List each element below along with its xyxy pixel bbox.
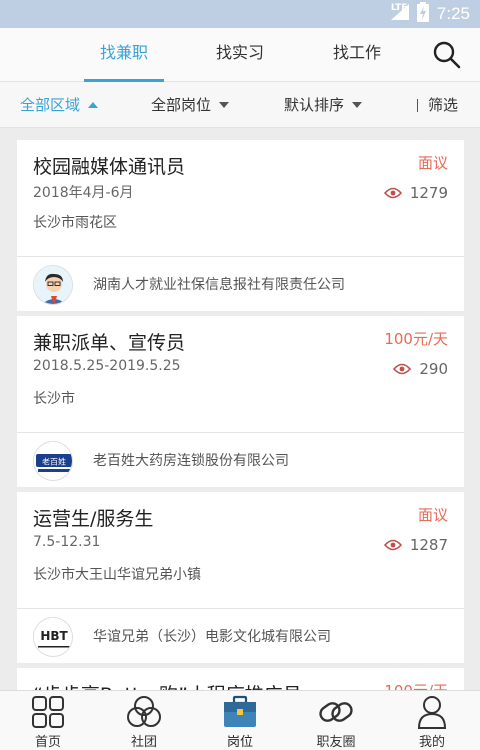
job-salary: 面议	[417, 506, 448, 524]
view-count: 1279	[383, 184, 448, 202]
job-card[interactable]: 校园融媒体通讯员 面议 2018年4月-6月 1279 长沙市雨花区 湖南人才就…	[17, 140, 464, 311]
tab-full-time[interactable]: 找工作	[307, 28, 407, 82]
position-filter[interactable]: 全部岗位	[151, 82, 230, 128]
eye-icon	[383, 539, 402, 551]
filter-bar: 全部区域 全部岗位 默认排序 筛选	[0, 82, 480, 128]
job-title: 运营生/服务生	[33, 508, 154, 530]
bottom-nav: 首页 社团 岗位 职友圈 我的	[0, 690, 480, 750]
company-name: 华谊兄弟（长沙）电影文化城有限公司	[93, 629, 331, 645]
club-circles-icon	[127, 696, 161, 727]
nav-jobs[interactable]: 岗位	[192, 691, 288, 750]
job-card[interactable]: “步步高Better购”小程序推广员 100元/天	[17, 668, 464, 690]
company-logo: 老百姓	[33, 441, 73, 481]
view-count-value: 1279	[409, 184, 448, 202]
status-bar: LTE 7:25	[0, 0, 480, 28]
job-title: 兼职派单、宣传员	[33, 332, 186, 354]
network-type: LTE	[390, 3, 408, 13]
nav-friends[interactable]: 职友圈	[288, 691, 384, 750]
tab-part-time[interactable]: 找兼职	[74, 28, 174, 82]
job-card[interactable]: 运营生/服务生 面议 7.5-12.31 1287 长沙市大王山华谊兄弟小镇 H…	[17, 492, 464, 663]
view-count-value: 290	[419, 360, 448, 378]
top-tab-bar: 找兼职 找实习 找工作	[0, 28, 480, 82]
nav-clubs[interactable]: 社团	[96, 691, 192, 750]
caret-down-icon	[219, 102, 230, 108]
job-card[interactable]: 兼职派单、宣传员 100元/天 2018.5.25-2019.5.25 290 …	[17, 316, 464, 487]
job-salary: 100元/天	[384, 330, 448, 348]
view-count: 290	[393, 360, 448, 378]
job-location: 长沙市	[33, 391, 75, 407]
position-filter-label: 全部岗位	[151, 96, 212, 114]
nav-home[interactable]: 首页	[0, 691, 96, 750]
job-title: 校园融媒体通讯员	[33, 156, 186, 178]
company-name: 湖南人才就业社保信息报社有限责任公司	[93, 277, 345, 293]
home-grid-icon	[32, 696, 64, 728]
filter-divider	[417, 99, 418, 112]
nav-home-label: 首页	[34, 735, 61, 750]
nav-profile[interactable]: 我的	[384, 691, 480, 750]
view-count: 1287	[383, 536, 448, 554]
battery-charging-icon	[416, 2, 429, 26]
nav-jobs-label: 岗位	[226, 735, 253, 750]
job-title: “步步高Better购”小程序推广员	[33, 680, 302, 690]
job-location: 长沙市雨花区	[33, 215, 117, 231]
person-icon	[417, 696, 447, 729]
caret-down-icon	[352, 102, 363, 108]
link-icon	[319, 702, 353, 722]
search-button[interactable]	[432, 40, 462, 70]
sort-filter[interactable]: 默认排序	[284, 82, 363, 128]
job-date: 7.5-12.31	[33, 534, 101, 550]
tab-internship[interactable]: 找实习	[190, 28, 290, 82]
job-location: 长沙市大王山华谊兄弟小镇	[33, 567, 201, 583]
eye-icon	[383, 187, 402, 199]
nav-profile-label: 我的	[418, 735, 445, 750]
briefcase-icon	[224, 695, 256, 727]
caret-up-icon	[88, 102, 99, 108]
company-logo-text: 老百姓	[42, 457, 66, 467]
sort-filter-label: 默认排序	[284, 96, 345, 114]
region-filter[interactable]: 全部区域	[20, 82, 99, 128]
job-salary: 100元/天	[384, 680, 448, 690]
nav-clubs-label: 社团	[130, 735, 157, 750]
filter-button[interactable]: 筛选	[428, 82, 458, 128]
company-logo-text: HBT	[40, 629, 68, 643]
search-icon	[433, 41, 461, 69]
status-time: 7:25	[436, 4, 470, 23]
job-date: 2018年4月-6月	[33, 185, 134, 201]
job-date: 2018.5.25-2019.5.25	[33, 358, 181, 374]
nav-friends-label: 职友圈	[316, 735, 356, 750]
company-avatar	[33, 265, 73, 305]
company-name: 老百姓大药房连锁股份有限公司	[93, 453, 289, 469]
company-logo: HBT	[33, 617, 73, 657]
job-salary: 面议	[417, 154, 448, 172]
eye-icon	[393, 363, 412, 375]
region-filter-label: 全部区域	[20, 96, 81, 114]
view-count-value: 1287	[409, 536, 448, 554]
